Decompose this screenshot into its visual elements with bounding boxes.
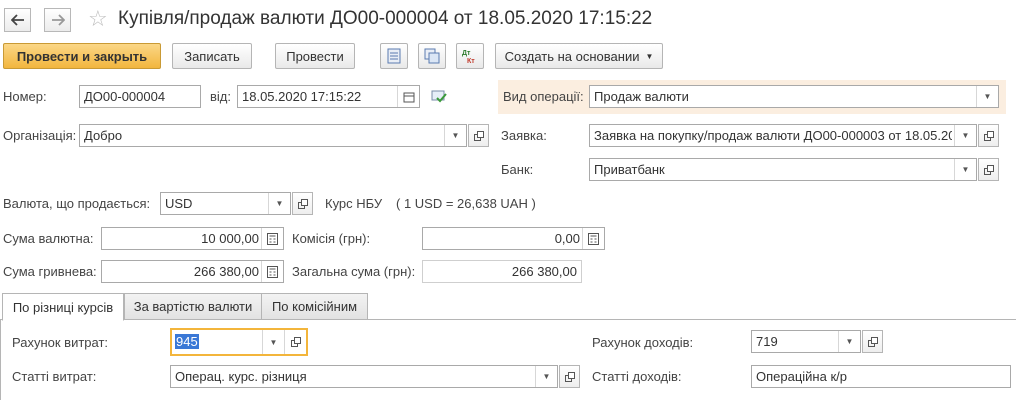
arrow-right-icon [51,14,65,26]
tab-currency-value[interactable]: За вартістю валюти [124,293,262,320]
forward-button[interactable] [44,8,71,32]
expense-account-select[interactable]: 945 ▼ [170,328,308,356]
currency-open-button[interactable] [292,192,313,215]
document-list-icon [387,48,401,64]
save-button[interactable]: Записать [172,43,252,69]
number-field[interactable]: ДО00-000004 [79,85,201,108]
calculator-icon[interactable] [261,228,283,249]
expense-items-label: Статті витрат: [12,369,97,384]
bank-open-button[interactable] [978,158,999,181]
request-select[interactable]: Заявка на покупку/продаж валюти ДО00-000… [589,124,977,147]
open-link-icon [867,336,878,347]
operation-type-select[interactable]: Продаж валюти ▼ [589,85,999,108]
calendar-icon[interactable] [397,86,419,107]
structure-button[interactable] [418,43,446,69]
organization-label: Організація: [3,128,77,143]
uah-sum-label: Сума гривнева: [3,264,97,279]
date-field[interactable]: 18.05.2020 17:15:22 [237,85,420,108]
total-sum-label: Загальна сума (грн): [292,264,416,279]
commission-field[interactable]: 0,00 [422,227,605,250]
debit-credit-icon: ДтКт [462,50,475,64]
open-link-icon [564,371,575,382]
calculator-icon[interactable] [261,261,283,282]
nbu-rate-value: ( 1 USD = 26,638 UAH ) [396,196,536,211]
svg-text:Дт: Дт [462,50,471,57]
bank-label: Банк: [501,162,534,177]
organization-open-button[interactable] [468,124,489,147]
chevron-down-icon[interactable]: ▼ [954,125,976,146]
organization-select[interactable]: Добро ▼ [79,124,467,147]
open-link-icon [297,198,308,209]
report-button[interactable] [380,43,408,69]
svg-text:Кт: Кт [467,58,475,64]
income-account-open-button[interactable] [862,330,883,353]
commission-label: Комісія (грн): [292,231,371,246]
chevron-down-icon: ▼ [645,51,654,61]
number-label: Номер: [3,89,47,104]
document-structure-icon [424,48,440,64]
income-items-label: Статті доходів: [592,369,682,384]
sold-currency-select[interactable]: USD ▼ [160,192,291,215]
chevron-down-icon[interactable]: ▼ [954,159,976,180]
currency-sum-label: Сума валютна: [3,231,94,246]
date-label: від: [210,89,231,104]
income-account-label: Рахунок доходів: [592,335,694,350]
bank-select[interactable]: Приватбанк ▼ [589,158,977,181]
tab-commissions[interactable]: По комісійним [261,293,368,320]
dt-kt-button[interactable]: Дт Кт [456,43,484,69]
post-button[interactable]: Провести [275,43,355,69]
open-link-icon [983,130,994,141]
chevron-down-icon[interactable]: ▼ [535,366,557,387]
request-label: Заявка: [501,128,547,143]
expense-items-select[interactable]: Операц. курс. різниця ▼ [170,365,558,388]
post-and-close-button[interactable]: Провести и закрыть [3,43,161,69]
currency-sum-field[interactable]: 10 000,00 [101,227,284,250]
request-open-button[interactable] [978,124,999,147]
chevron-down-icon[interactable]: ▼ [444,125,466,146]
open-link-icon [473,130,484,141]
page-title: Купівля/продаж валюти ДО00-000004 от 18.… [118,8,653,29]
favorite-star-icon[interactable]: ☆ [88,6,108,32]
open-link-icon[interactable] [284,330,306,354]
income-account-select[interactable]: 719 ▼ [751,330,861,353]
posted-status-icon [431,89,447,106]
expense-account-label: Рахунок витрат: [12,335,109,350]
nbu-rate-label: Курс НБУ [325,196,383,211]
chevron-down-icon[interactable]: ▼ [976,86,998,107]
total-sum-field: 266 380,00 [422,260,582,283]
back-button[interactable] [4,8,31,32]
arrow-left-icon [10,14,24,26]
uah-sum-field[interactable]: 266 380,00 [101,260,284,283]
chevron-down-icon[interactable]: ▼ [262,330,284,354]
operation-type-label: Вид операції: [503,89,584,104]
create-based-on-button[interactable]: Создать на основании ▼ [495,43,663,69]
calculator-icon[interactable] [582,228,604,249]
chevron-down-icon[interactable]: ▼ [268,193,290,214]
chevron-down-icon[interactable]: ▼ [838,331,860,352]
sold-currency-label: Валюта, що продається: [3,196,151,211]
open-link-icon [983,164,994,175]
income-items-select[interactable]: Операційна к/р [751,365,1011,388]
expense-items-open-button[interactable] [559,365,580,388]
tab-rate-difference[interactable]: По різниці курсів [2,293,124,321]
